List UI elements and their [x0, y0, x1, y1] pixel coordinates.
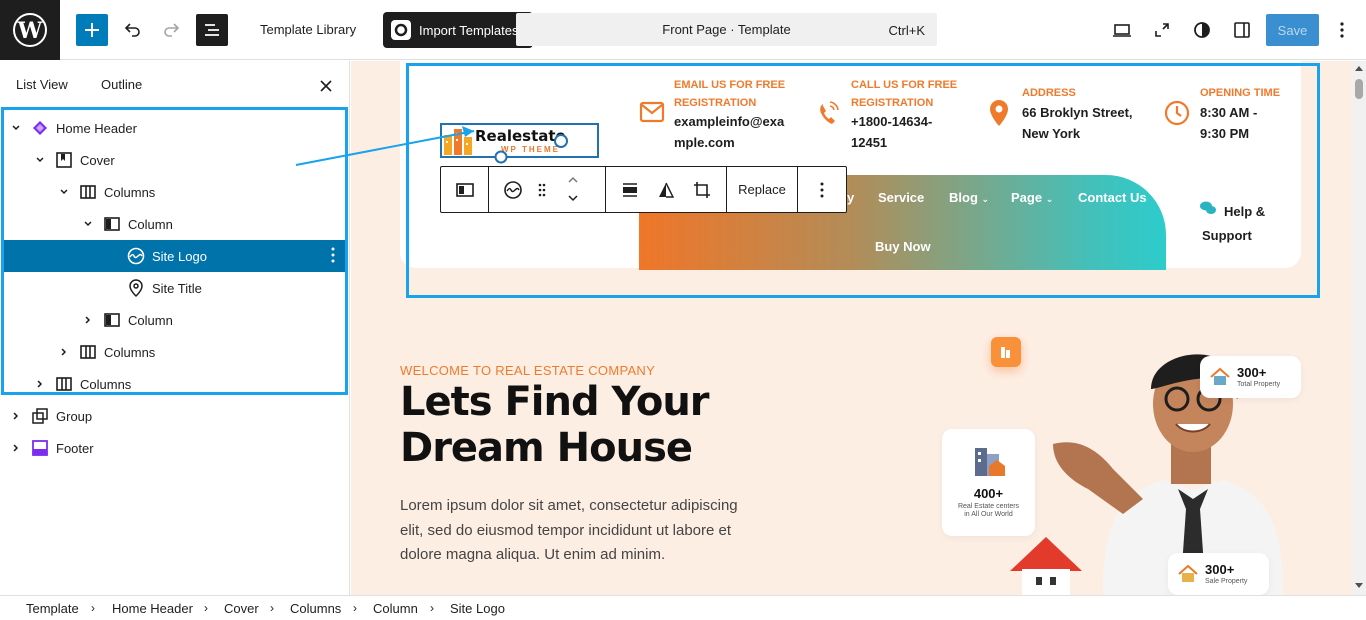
chevron-right-icon: › [353, 601, 357, 615]
breadcrumb-item: Site Logo [450, 601, 505, 616]
add-block-button[interactable] [76, 14, 108, 46]
chevron-right-icon: › [204, 601, 208, 615]
breadcrumb-item[interactable]: Template [26, 601, 79, 616]
chevron-right-icon: › [430, 601, 434, 615]
template-library-link[interactable]: Template Library [260, 22, 356, 37]
undo-button[interactable] [116, 14, 148, 46]
house-icon [1010, 537, 1082, 595]
close-icon [320, 80, 332, 92]
tree-item-label: Footer [56, 440, 94, 456]
list-view-sidebar: List View Outline Home Header Cover Colu… [0, 61, 350, 595]
stat-number: 400+ [973, 486, 1004, 501]
hero-eyebrow: WELCOME TO REAL ESTATE COMPANY [400, 363, 656, 378]
expand-icon [1155, 23, 1169, 37]
import-templates-button[interactable]: Import Templates [383, 12, 533, 48]
stat-number: 300+ [1205, 562, 1235, 577]
tree-item-group[interactable]: Group [4, 400, 345, 432]
more-vertical-icon [1340, 22, 1344, 38]
styles-button[interactable] [1186, 14, 1218, 46]
sale-house-icon [1178, 564, 1198, 582]
redo-icon [164, 23, 180, 37]
editor-canvas[interactable]: Realestate WP THEME EMAIL US FOR FREE REG… [351, 61, 1352, 595]
list-view-icon [205, 24, 219, 36]
badge-building-icon [991, 337, 1021, 367]
scroll-down-icon [1355, 583, 1363, 588]
close-sidebar-button[interactable] [316, 76, 336, 96]
editor-top-bar: W Template Library Import Templates Fron… [0, 0, 1366, 60]
breadcrumb-item[interactable]: Home Header [112, 601, 193, 616]
stat-label: Total Property [1237, 381, 1281, 388]
command-palette-button[interactable]: Front Page · Template Ctrl+K [516, 13, 937, 46]
chevron-right-icon[interactable] [10, 410, 22, 422]
svg-text:W: W [17, 18, 43, 44]
settings-sidebar-button[interactable] [1226, 14, 1258, 46]
hero-title: Lets Find Your Dream House [400, 379, 710, 471]
wordpress-icon: W [13, 13, 47, 47]
highlight-frame [1, 107, 348, 395]
document-title: Front Page · Template [662, 22, 791, 37]
hero-paragraph: Lorem ipsum dolor sit amet, consectetur … [400, 497, 738, 563]
block-breadcrumb: Template › Home Header › Cover › Columns… [0, 595, 1366, 620]
import-templates-label: Import Templates [419, 22, 519, 38]
sidebar-icon [1234, 22, 1250, 38]
fullscreen-button[interactable] [1146, 14, 1178, 46]
building-icon [975, 448, 1005, 476]
stat-card-centers: 400+ Real Estate centers in All Our World [942, 429, 1035, 536]
desktop-icon [1113, 24, 1131, 37]
stat-label: Real Estate centers in All Our World [957, 503, 1020, 518]
contrast-icon [1194, 22, 1210, 38]
stat-number: 300+ [1237, 365, 1267, 380]
chevron-right-icon: › [91, 601, 95, 615]
scroll-thumb[interactable] [1355, 79, 1363, 99]
tab-outline[interactable]: Outline [101, 77, 142, 92]
document-overview-button[interactable] [196, 14, 228, 46]
tree-item-footer[interactable]: Footer [4, 432, 345, 464]
chevron-right-icon: › [270, 601, 274, 615]
keyboard-shortcut: Ctrl+K [888, 23, 925, 38]
save-button[interactable]: Save [1266, 14, 1319, 46]
options-button[interactable] [1326, 14, 1358, 46]
stat-label: Sale Property [1205, 578, 1248, 585]
tab-list-view[interactable]: List View [16, 77, 68, 92]
breadcrumb-item[interactable]: Column [373, 601, 418, 616]
plus-icon [85, 23, 99, 37]
undo-icon [124, 23, 140, 37]
scroll-up-icon [1355, 66, 1363, 71]
footer-icon [30, 438, 50, 458]
highlight-frame [406, 63, 1320, 298]
import-logo-icon [391, 20, 411, 40]
stat-card-sale-property: 300+ Sale Property [1168, 553, 1269, 595]
group-icon [30, 406, 50, 426]
breadcrumb-item[interactable]: Columns [290, 601, 341, 616]
stat-card-total-property: 300+ Total Property [1200, 356, 1301, 398]
house-icon [1210, 367, 1230, 385]
chevron-right-icon[interactable] [10, 442, 22, 454]
device-preview-button[interactable] [1106, 14, 1138, 46]
breadcrumb-item[interactable]: Cover [224, 601, 259, 616]
redo-button[interactable] [156, 14, 188, 46]
tree-item-label: Group [56, 408, 93, 424]
canvas-scrollbar[interactable] [1352, 61, 1366, 595]
wordpress-logo-button[interactable]: W [0, 0, 60, 60]
